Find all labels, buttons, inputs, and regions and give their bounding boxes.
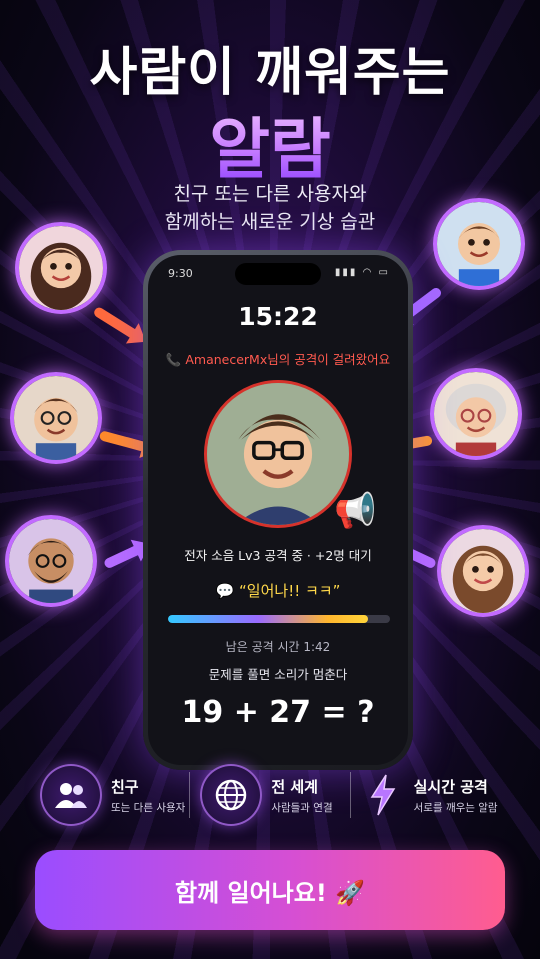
remaining-attack-time: 남은 공격 시간 1:42 — [225, 640, 331, 654]
attack-arrow-left-top — [92, 305, 141, 341]
feature-realtime: 실시간 공격 서로를 깨우는 알람 — [361, 760, 510, 830]
attack-progress-fill — [168, 615, 368, 623]
feature-friends-sub: 또는 다른 사용자 — [111, 801, 186, 814]
feature-realtime-title: 실시간 공격 — [413, 777, 488, 796]
feature-realtime-sub: 서로를 깨우는 알람 — [413, 801, 498, 814]
megaphone-icon: 📢 — [334, 491, 377, 531]
status-icons: ▮▮▮ ◠ ▭ — [335, 267, 390, 278]
phone-mockup: 9:30 ▮▮▮ ◠ ▭ 15:22 📞 AmanecerMx님의 공격이 걸려… — [143, 250, 413, 770]
signal-icon: ▮▮▮ — [334, 267, 358, 278]
phone-screen: 9:30 ▮▮▮ ◠ ▭ 15:22 📞 AmanecerMx님의 공격이 걸려… — [148, 255, 408, 765]
attack-progress-bar — [168, 615, 390, 623]
wake-message: 💬 “일어나!! ㅋㅋ” — [215, 582, 341, 600]
math-problem[interactable]: 19 + 27 = ? — [148, 695, 408, 730]
status-time: 9:30 — [168, 267, 193, 280]
wifi-icon: ◠ — [362, 267, 374, 278]
avatar-right-top[interactable] — [433, 198, 525, 290]
divider — [189, 772, 191, 818]
avatar-right-bottom[interactable] — [437, 525, 529, 617]
attack-arrow-left-bottom — [102, 543, 144, 570]
attacker-avatar — [204, 380, 352, 528]
feature-world-title: 전 세계 — [271, 777, 318, 796]
alarm-clock-time: 15:22 — [238, 302, 318, 331]
dynamic-island — [235, 263, 321, 285]
feature-world-sub: 사람들과 연결 — [271, 801, 333, 814]
headline-accent: 알람 — [0, 96, 540, 192]
divider — [349, 772, 351, 818]
avatar-left-middle[interactable] — [10, 372, 102, 464]
feature-row: 친구 또는 다른 사용자 전 세계 사람들과 연결 실시간 공격 서로를 깨우는… — [40, 760, 510, 830]
avatar-left-top[interactable] — [15, 222, 107, 314]
feature-friends: 친구 또는 다른 사용자 — [40, 760, 189, 830]
attack-status: 전자 소음 Lv3 공격 중 · +2명 대기 — [184, 548, 372, 563]
lightning-icon — [361, 764, 405, 826]
avatar-left-bottom[interactable] — [5, 515, 97, 607]
people-icon — [40, 764, 102, 826]
wake-together-button[interactable]: 함께 일어나요! 🚀 — [35, 850, 505, 930]
globe-icon — [200, 764, 263, 826]
incoming-attack-alert: 📞 AmanecerMx님의 공격이 걸려왔어요 — [165, 352, 391, 367]
attack-arrow-left-middle — [98, 430, 150, 453]
feature-world: 전 세계 사람들과 연결 — [200, 760, 349, 830]
solve-hint: 문제를 풀면 소리가 멈춘다 — [208, 667, 348, 682]
avatar-right-middle[interactable] — [430, 368, 522, 460]
headline: 사람이 깨워주는 — [89, 43, 451, 103]
feature-friends-title: 친구 — [111, 777, 139, 796]
battery-icon: ▭ — [378, 267, 390, 278]
